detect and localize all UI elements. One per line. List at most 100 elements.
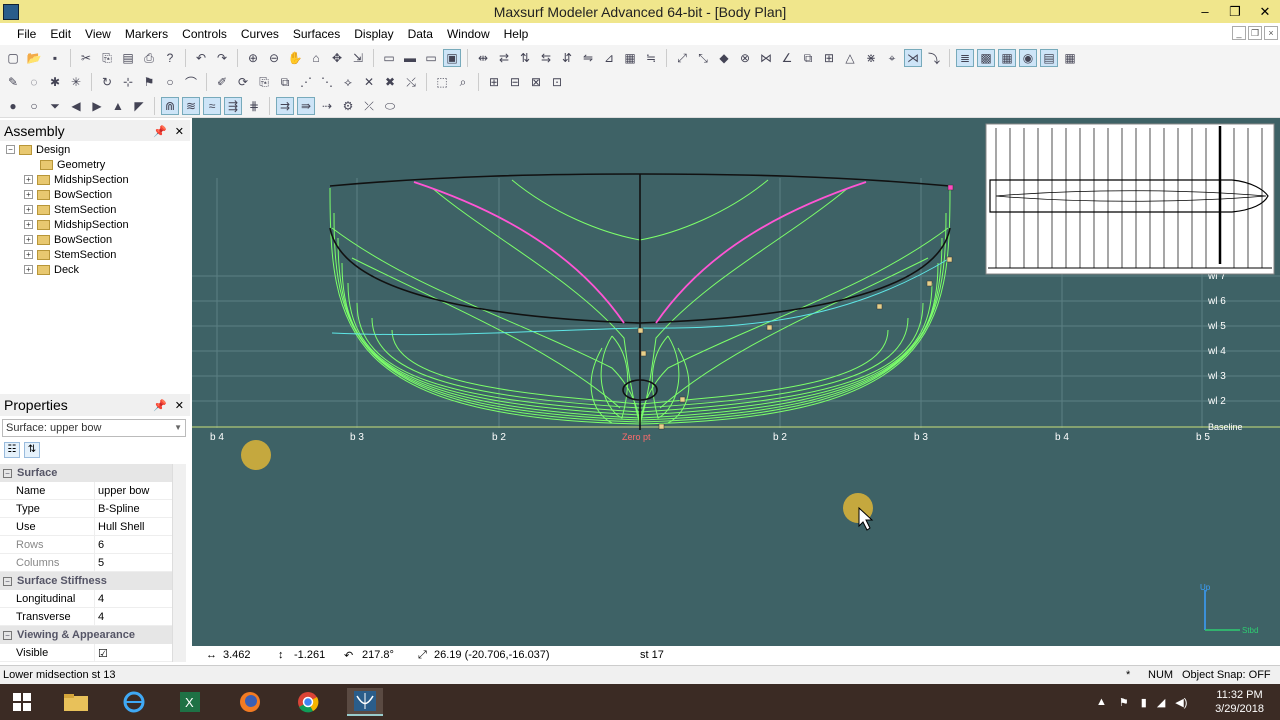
star-tool-icon[interactable]: ✳ (67, 73, 85, 91)
undo-icon[interactable]: ↶ (192, 49, 210, 67)
sort-alpha-icon[interactable]: ⇅ (24, 442, 40, 458)
knot-icon[interactable]: ✱ (46, 73, 64, 91)
display-3-icon[interactable]: ▦ (998, 49, 1016, 67)
pin-icon[interactable]: 📌 (153, 125, 167, 138)
lasso-icon[interactable]: ⌕ (454, 73, 472, 91)
object-selector[interactable]: Surface: upper bow ▼ (2, 419, 186, 437)
paste-icon[interactable]: ▤ (119, 49, 137, 67)
zoom-in-icon[interactable]: ⊕ (244, 49, 262, 67)
firefox-icon[interactable] (232, 688, 268, 716)
tool-e-icon[interactable]: ⋈ (757, 49, 775, 67)
clock[interactable]: 11:32 PM 3/29/2018 (1215, 688, 1264, 716)
menu-data[interactable]: Data (401, 27, 440, 41)
name-value[interactable]: upper bow (98, 485, 149, 497)
tool-j-icon[interactable]: ⋇ (862, 49, 880, 67)
collapse-icon[interactable]: − (3, 630, 12, 640)
redo-icon[interactable]: ↷ (213, 49, 231, 67)
category-viewing[interactable]: − Viewing & Appearance (0, 626, 186, 644)
pan-icon[interactable]: ✋ (286, 49, 304, 67)
tree-item-design[interactable]: − Design (6, 142, 70, 157)
menu-display[interactable]: Display (347, 27, 400, 41)
align-4-icon[interactable]: ⇆ (537, 49, 555, 67)
property-row[interactable]: Name upper bow (0, 482, 186, 500)
box-select-icon[interactable]: ⬚ (433, 73, 451, 91)
tree-item-bow-2[interactable]: + BowSection (24, 232, 112, 247)
render-6-icon[interactable]: ⬭ (381, 97, 399, 115)
snap-6-icon[interactable]: ⤯ (402, 73, 420, 91)
new-icon[interactable]: ▢ (4, 49, 22, 67)
categorized-icon[interactable]: ☷ (4, 442, 20, 458)
tree-item-geometry[interactable]: Geometry (40, 157, 105, 172)
volume-icon[interactable]: ◀) (1175, 696, 1187, 709)
body-plan-drawing[interactable]: b 4 b 3 b 2 b 2 b 3 b 4 b 5 Zero pt wl 7… (192, 118, 1280, 646)
draw-icon[interactable]: ✐ (213, 73, 231, 91)
copy-2-icon[interactable]: ⎘ (255, 73, 273, 91)
category-stiffness[interactable]: − Surface Stiffness (0, 572, 186, 590)
menu-view[interactable]: View (78, 27, 118, 41)
display-6-icon[interactable]: ▦ (1061, 49, 1079, 67)
rotate-icon[interactable]: ✥ (328, 49, 346, 67)
render-5-icon[interactable]: ⤫ (360, 97, 378, 115)
snap-1-icon[interactable]: ⋰ (297, 73, 315, 91)
tool-a-icon[interactable]: ⤢ (673, 49, 691, 67)
close-icon[interactable]: ✕ (175, 399, 184, 412)
property-row[interactable]: Transverse 4 (0, 608, 186, 626)
align-7-icon[interactable]: ≒ (642, 49, 660, 67)
maximize-button[interactable]: ❐ (1220, 0, 1250, 23)
menu-file[interactable]: File (10, 27, 43, 41)
expand-icon[interactable]: + (24, 190, 33, 199)
collapse-icon[interactable]: − (6, 145, 15, 154)
circle-icon[interactable]: ○ (161, 73, 179, 91)
tool-l-icon[interactable]: ⋊ (904, 49, 922, 67)
battery-icon[interactable]: ▮ (1141, 696, 1147, 709)
view-perspective-icon[interactable]: ▭ (380, 49, 398, 67)
align-5-icon[interactable]: ⇵ (558, 49, 576, 67)
menu-edit[interactable]: Edit (43, 27, 78, 41)
align-3-icon[interactable]: ⇅ (516, 49, 534, 67)
layer-4-icon[interactable]: ⊡ (548, 73, 566, 91)
tool-h-icon[interactable]: ⊞ (820, 49, 838, 67)
display-5-icon[interactable]: ▤ (1040, 49, 1058, 67)
property-row[interactable]: Type B-Spline (0, 500, 186, 518)
excel-icon[interactable]: X (172, 688, 208, 716)
display-4-icon[interactable]: ◉ (1019, 49, 1037, 67)
sphere-icon[interactable]: ● (4, 97, 22, 115)
layer-3-icon[interactable]: ⊠ (527, 73, 545, 91)
layer-2-icon[interactable]: ⊟ (506, 73, 524, 91)
menu-window[interactable]: Window (440, 27, 497, 41)
tool-i-icon[interactable]: △ (841, 49, 859, 67)
tool-f-icon[interactable]: ∠ (778, 49, 796, 67)
object-snap-status[interactable]: Object Snap: OFF (1182, 669, 1271, 681)
internet-explorer-icon[interactable] (116, 688, 152, 716)
close-button[interactable]: ✕ (1250, 0, 1280, 23)
chrome-icon[interactable] (290, 688, 326, 716)
snap-4-icon[interactable]: ✕ (360, 73, 378, 91)
tool-c-icon[interactable]: ◆ (715, 49, 733, 67)
minimize-button[interactable]: – (1190, 0, 1220, 23)
collapse-icon[interactable]: − (3, 576, 12, 586)
network-icon[interactable]: ◢ (1157, 696, 1165, 709)
tree-item-bow-1[interactable]: + BowSection (24, 187, 112, 202)
mdi-minimize-icon[interactable]: _ (1232, 26, 1246, 40)
render-2-icon[interactable]: ⇛ (297, 97, 315, 115)
windows-start-icon[interactable] (4, 688, 40, 716)
snap-2-icon[interactable]: ⋱ (318, 73, 336, 91)
zoom-out-icon[interactable]: ⊖ (265, 49, 283, 67)
copy-icon[interactable]: ⎘ (98, 49, 116, 67)
contour-4-icon[interactable]: ⇶ (224, 97, 242, 115)
duplicate-icon[interactable]: ⧉ (276, 73, 294, 91)
file-explorer-icon[interactable] (58, 688, 94, 716)
tree-item-deck[interactable]: + Deck (24, 262, 79, 277)
category-surface[interactable]: − Surface (0, 464, 186, 482)
tree-item-midship-2[interactable]: + MidshipSection (24, 217, 129, 232)
contour-1-icon[interactable]: ⋒ (161, 97, 179, 115)
print-icon[interactable]: ⎙ (140, 49, 158, 67)
type-value[interactable]: B-Spline (98, 503, 140, 515)
align-2-icon[interactable]: ⇄ (495, 49, 513, 67)
maxsurf-taskbar-icon[interactable] (347, 688, 383, 716)
arrow-right-icon[interactable]: ▶ (88, 97, 106, 115)
funnel-icon[interactable]: ⏷ (46, 97, 64, 115)
collapse-icon[interactable]: − (3, 468, 12, 478)
flag-icon[interactable]: ⚑ (140, 73, 158, 91)
display-2-icon[interactable]: ▩ (977, 49, 995, 67)
